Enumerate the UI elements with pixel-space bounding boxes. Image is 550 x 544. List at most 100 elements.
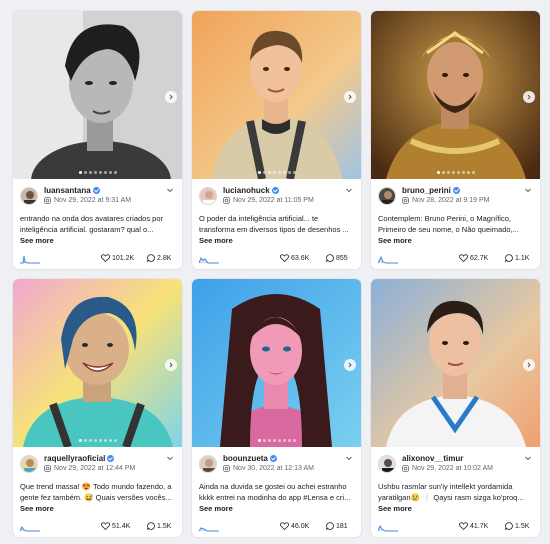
avatar[interactable] <box>378 187 396 205</box>
avatar[interactable] <box>378 455 396 473</box>
carousel-dots <box>192 171 361 174</box>
next-image-button[interactable] <box>165 359 177 371</box>
username[interactable]: bruno_perini <box>402 186 460 195</box>
heart-icon <box>459 522 468 530</box>
see-more-link[interactable]: See more <box>199 236 233 245</box>
next-image-button[interactable] <box>523 91 535 103</box>
chevron-right-icon <box>348 94 352 100</box>
post-card[interactable]: luansantana Nov 29, 2022 at 9:31 AM entr… <box>13 11 182 269</box>
heart-icon <box>101 522 110 530</box>
username[interactable]: luansantana <box>44 186 100 195</box>
see-more-link[interactable]: See more <box>20 236 54 245</box>
username[interactable]: boounzueta <box>223 454 277 463</box>
comment-icon <box>505 254 513 262</box>
posts-grid: luansantana Nov 29, 2022 at 9:31 AM entr… <box>13 11 540 544</box>
avatar[interactable] <box>20 455 38 473</box>
post-image[interactable] <box>13 279 182 447</box>
engagement-sparkline-icon <box>378 255 398 264</box>
chevron-right-icon <box>527 362 531 368</box>
comments-count: 1.1K <box>505 254 529 262</box>
username[interactable]: alixonov__timur <box>402 454 463 463</box>
post-image[interactable] <box>371 11 540 179</box>
post-card[interactable]: bruno_perini Nov 28, 2022 at 9:19 PM Con… <box>371 11 540 269</box>
post-caption: Que trend massa! 😍 Todo mundo fazendo, a… <box>20 482 172 502</box>
carousel-dots <box>13 439 182 442</box>
post-image[interactable] <box>192 279 361 447</box>
post-card[interactable]: boounzueta Nov 30, 2022 at 12:13 AM Aind… <box>192 279 361 537</box>
avatar[interactable] <box>199 187 217 205</box>
chevron-down-icon[interactable] <box>345 454 353 462</box>
post-caption: Contemplem: Bruno Perini, o Magnífico, P… <box>378 214 519 234</box>
instagram-icon <box>402 465 409 472</box>
chevron-down-icon[interactable] <box>524 186 532 194</box>
post-caption: O poder da inteligência artificial... te… <box>199 214 349 234</box>
comments-count: 1.5K <box>147 522 171 530</box>
likes-count: 101.2K <box>101 254 134 262</box>
heart-icon <box>459 254 468 262</box>
username[interactable]: lucianohuck <box>223 186 279 195</box>
verified-badge-icon <box>271 187 279 194</box>
engagement-sparkline-icon <box>20 526 40 532</box>
verified-badge-icon <box>107 455 115 462</box>
engagement-sparkline-icon <box>378 524 398 532</box>
comment-icon <box>326 254 334 262</box>
post-date: Nov 29, 2022 at 9:31 AM <box>44 197 131 204</box>
instagram-icon <box>44 465 51 472</box>
comment-icon <box>147 522 155 530</box>
avatar[interactable] <box>20 187 38 205</box>
see-more-link[interactable]: See more <box>199 504 233 513</box>
see-more-link[interactable]: See more <box>378 504 412 513</box>
chevron-right-icon <box>169 94 173 100</box>
post-date: Nov 29, 2022 at 10:02 AM <box>402 465 493 472</box>
likes-count: 51.4K <box>101 522 130 530</box>
heart-icon <box>280 522 289 530</box>
username[interactable]: raquellyraoficial <box>44 454 115 463</box>
verified-badge-icon <box>92 187 100 194</box>
post-caption: Ushbu rasmlar sun'iy intellekt yordamida… <box>378 482 524 502</box>
post-date: Nov 30, 2022 at 12:13 AM <box>223 465 314 472</box>
chevron-down-icon[interactable] <box>524 454 532 462</box>
next-image-button[interactable] <box>523 359 535 371</box>
post-image[interactable] <box>371 279 540 447</box>
chevron-down-icon[interactable] <box>166 454 174 462</box>
post-card[interactable]: alixonov__timur Nov 29, 2022 at 10:02 AM… <box>371 279 540 537</box>
heart-icon <box>101 254 110 262</box>
post-caption: entrando na onda dos avatares criados po… <box>20 214 164 234</box>
post-image[interactable] <box>192 11 361 179</box>
comments-count: 181 <box>326 522 348 530</box>
instagram-icon <box>223 197 230 204</box>
verified-badge-icon <box>269 455 277 462</box>
likes-count: 46.0K <box>280 522 309 530</box>
post-date: Nov 28, 2022 at 9:19 PM <box>402 197 489 204</box>
post-date: Nov 29, 2022 at 12:44 PM <box>44 465 135 472</box>
verified-badge-icon <box>452 187 460 194</box>
post-card[interactable]: raquellyraoficial Nov 29, 2022 at 12:44 … <box>13 279 182 537</box>
comments-count: 1.5K <box>505 522 529 530</box>
heart-icon <box>280 254 289 262</box>
see-more-link[interactable]: See more <box>20 504 54 513</box>
post-image[interactable] <box>13 11 182 179</box>
post-caption: Ainda na duvida se gostei ou achei estra… <box>199 482 351 502</box>
comment-icon <box>505 522 513 530</box>
chevron-down-icon[interactable] <box>166 186 174 194</box>
comments-count: 855 <box>326 254 348 262</box>
instagram-icon <box>44 197 51 204</box>
next-image-button[interactable] <box>344 91 356 103</box>
engagement-sparkline-icon <box>199 257 219 264</box>
carousel-dots <box>371 171 540 174</box>
carousel-dots <box>192 439 361 442</box>
engagement-sparkline-icon <box>199 527 219 532</box>
chevron-down-icon[interactable] <box>345 186 353 194</box>
next-image-button[interactable] <box>344 359 356 371</box>
instagram-icon <box>223 465 230 472</box>
likes-count: 63.6K <box>280 254 309 262</box>
next-image-button[interactable] <box>165 91 177 103</box>
chevron-right-icon <box>169 362 173 368</box>
engagement-sparkline-icon <box>20 255 40 264</box>
comment-icon <box>147 254 155 262</box>
comments-count: 2.8K <box>147 254 171 262</box>
see-more-link[interactable]: See more <box>378 236 412 245</box>
instagram-icon <box>402 197 409 204</box>
post-card[interactable]: lucianohuck Nov 29, 2022 at 11:05 PM O p… <box>192 11 361 269</box>
avatar[interactable] <box>199 455 217 473</box>
